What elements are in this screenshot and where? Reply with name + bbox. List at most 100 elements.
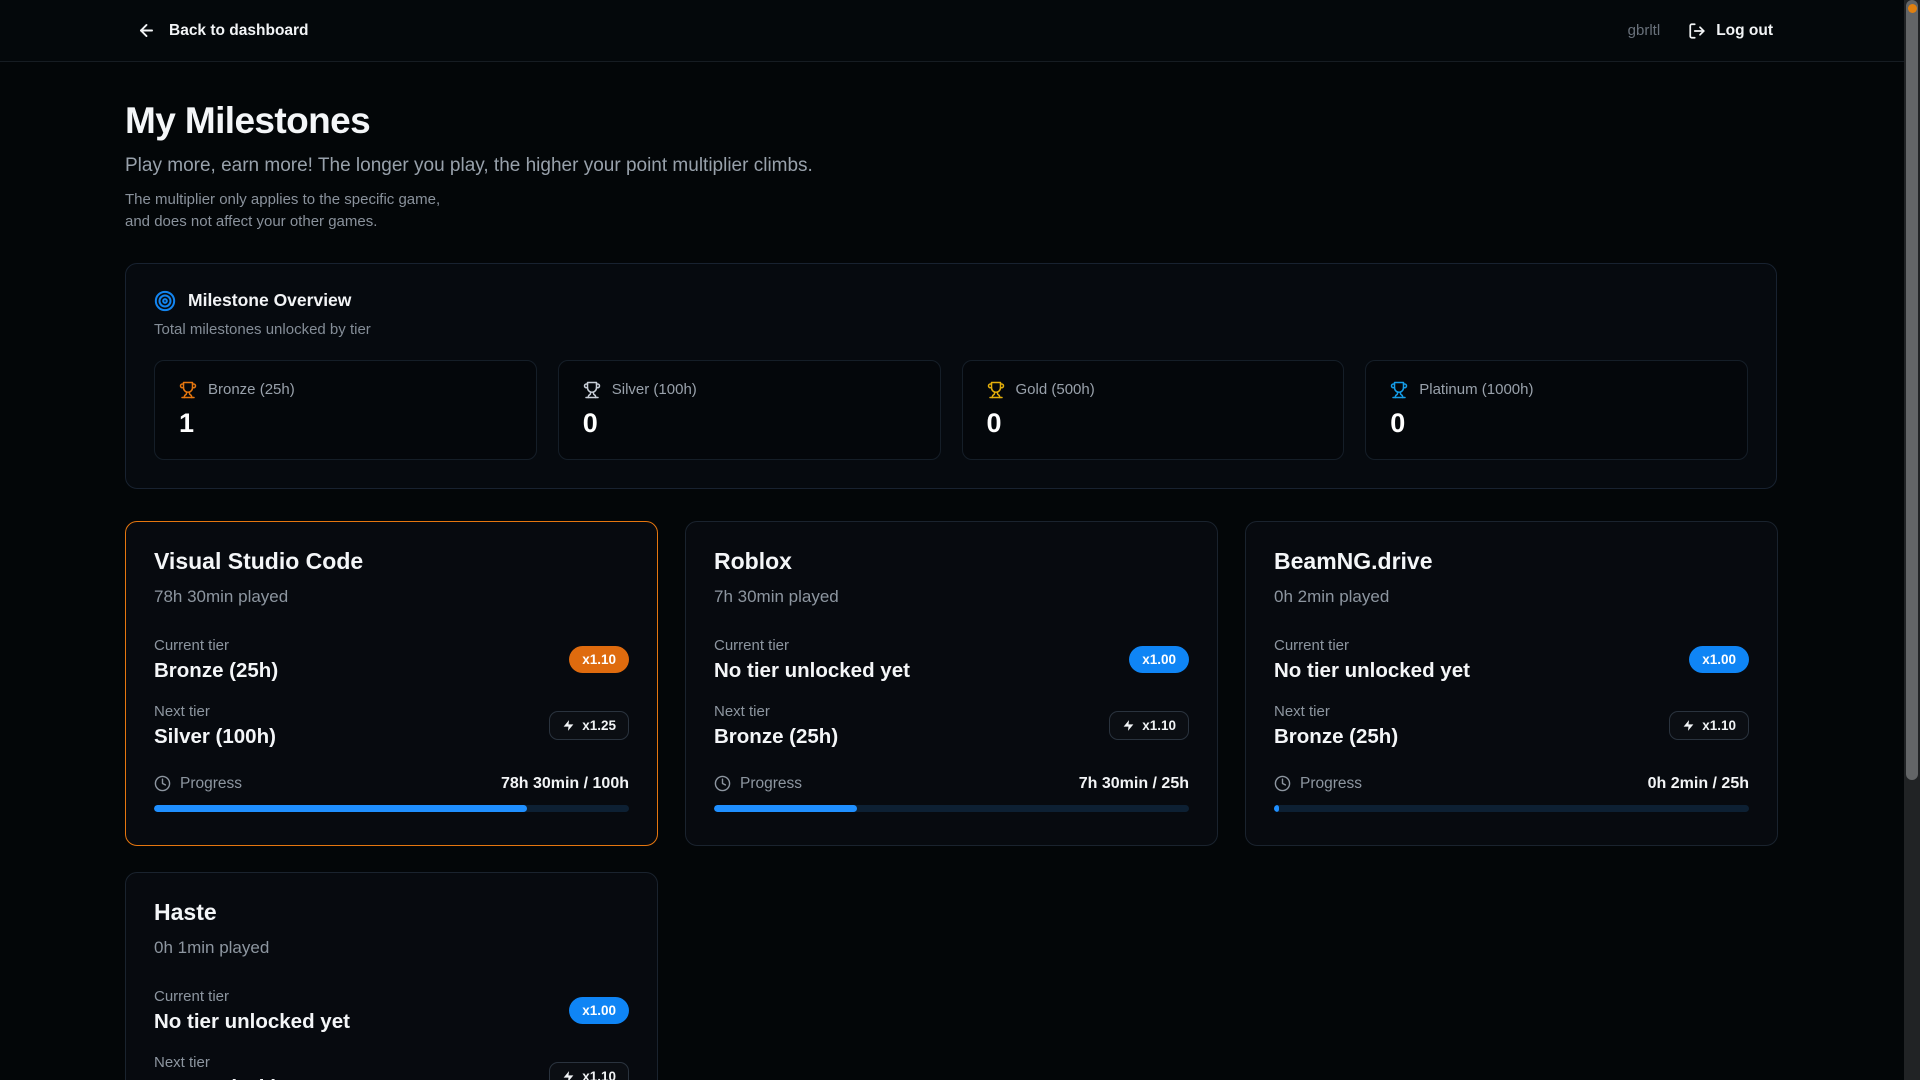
current-multiplier-badge: x1.00 bbox=[1129, 646, 1189, 673]
tier-section: Current tier Bronze (25h) x1.10 Next tie… bbox=[154, 637, 629, 749]
next-tier-row: Next tier Silver (100h) x1.25 bbox=[154, 703, 629, 749]
page-subtitle: Play more, earn more! The longer you pla… bbox=[125, 155, 1777, 177]
current-tier-block: Current tier Bronze (25h) bbox=[154, 637, 278, 683]
logout-label: Log out bbox=[1716, 22, 1773, 40]
next-multiplier-value: x1.10 bbox=[1702, 718, 1736, 733]
progress-text: 78h 30min / 100h bbox=[501, 775, 629, 793]
next-multiplier-badge: x1.10 bbox=[549, 1062, 629, 1080]
current-tier-row: Current tier No tier unlocked yet x1.00 bbox=[154, 988, 629, 1034]
next-tier-block: Next tier Bronze (25h) bbox=[714, 703, 838, 749]
trophy-icon bbox=[1390, 381, 1408, 399]
current-tier-row: Current tier Bronze (25h) x1.10 bbox=[154, 637, 629, 683]
arrow-left-icon bbox=[137, 21, 156, 40]
current-tier-value: No tier unlocked yet bbox=[1274, 659, 1470, 683]
next-multiplier-value: x1.25 bbox=[582, 718, 616, 733]
tier-head: Gold (500h) bbox=[987, 381, 1320, 399]
tier-head: Platinum (1000h) bbox=[1390, 381, 1723, 399]
progress-bar bbox=[1274, 805, 1749, 812]
tier-count: 0 bbox=[583, 408, 916, 439]
trophy-icon bbox=[583, 381, 601, 399]
tier-section: Current tier No tier unlocked yet x1.00 … bbox=[1274, 637, 1749, 749]
logout-icon bbox=[1688, 22, 1706, 40]
current-tier-label: Current tier bbox=[154, 637, 278, 654]
scrollbar-thumb[interactable] bbox=[1906, 0, 1918, 780]
overview-title: Milestone Overview bbox=[188, 290, 351, 311]
page-note-line1: The multiplier only applies to the speci… bbox=[125, 189, 1777, 211]
game-name: Roblox bbox=[714, 548, 1189, 575]
tier-section: Current tier No tier unlocked yet x1.00 … bbox=[714, 637, 1189, 749]
clock-icon bbox=[1274, 775, 1291, 792]
current-tier-block: Current tier No tier unlocked yet bbox=[1274, 637, 1470, 683]
current-tier-label: Current tier bbox=[714, 637, 910, 654]
tier-card-gold: Gold (500h) 0 bbox=[962, 360, 1345, 460]
tier-section: Current tier No tier unlocked yet x1.00 … bbox=[154, 988, 629, 1080]
tier-count: 1 bbox=[179, 408, 512, 439]
trophy-icon bbox=[987, 381, 1005, 399]
topbar-right: gbrltl Log out bbox=[1628, 22, 1773, 40]
progress-left: Progress bbox=[1274, 775, 1362, 793]
tier-label: Gold (500h) bbox=[1016, 381, 1095, 398]
progress-head: Progress 78h 30min / 100h bbox=[154, 775, 629, 793]
current-tier-value: No tier unlocked yet bbox=[714, 659, 910, 683]
current-tier-value: No tier unlocked yet bbox=[154, 1010, 350, 1034]
tier-card-bronze: Bronze (25h) 1 bbox=[154, 360, 537, 460]
game-card-visual-studio-code[interactable]: Visual Studio Code 78h 30min played Curr… bbox=[125, 521, 658, 846]
recording-dot bbox=[1908, 4, 1917, 13]
tier-label: Platinum (1000h) bbox=[1419, 381, 1533, 398]
progress-label: Progress bbox=[1300, 775, 1362, 793]
game-name: Visual Studio Code bbox=[154, 548, 629, 575]
current-tier-row: Current tier No tier unlocked yet x1.00 bbox=[1274, 637, 1749, 683]
next-tier-value: Bronze (25h) bbox=[154, 1076, 278, 1080]
tier-count: 0 bbox=[987, 408, 1320, 439]
tier-label: Silver (100h) bbox=[612, 381, 697, 398]
game-played: 7h 30min played bbox=[714, 587, 1189, 607]
tier-label: Bronze (25h) bbox=[208, 381, 295, 398]
game-card-haste[interactable]: Haste 0h 1min played Current tier No tie… bbox=[125, 872, 658, 1080]
game-played: 0h 2min played bbox=[1274, 587, 1749, 607]
next-tier-label: Next tier bbox=[714, 703, 838, 720]
lightning-icon bbox=[562, 719, 575, 732]
next-tier-block: Next tier Bronze (25h) bbox=[154, 1054, 278, 1080]
next-tier-row: Next tier Bronze (25h) x1.10 bbox=[1274, 703, 1749, 749]
clock-icon bbox=[154, 775, 171, 792]
current-multiplier-badge: x1.00 bbox=[569, 997, 629, 1024]
overview-subtitle: Total milestones unlocked by tier bbox=[154, 321, 1748, 338]
username: gbrltl bbox=[1628, 22, 1661, 39]
game-played: 0h 1min played bbox=[154, 938, 629, 958]
lightning-icon bbox=[1682, 719, 1695, 732]
game-card-roblox[interactable]: Roblox 7h 30min played Current tier No t… bbox=[685, 521, 1218, 846]
target-icon bbox=[154, 290, 176, 312]
next-tier-row: Next tier Bronze (25h) x1.10 bbox=[154, 1054, 629, 1080]
progress-left: Progress bbox=[154, 775, 242, 793]
game-name: BeamNG.drive bbox=[1274, 548, 1749, 575]
progress-fill bbox=[1274, 805, 1279, 812]
next-tier-row: Next tier Bronze (25h) x1.10 bbox=[714, 703, 1189, 749]
next-multiplier-badge: x1.10 bbox=[1669, 711, 1749, 740]
current-multiplier-badge: x1.00 bbox=[1689, 646, 1749, 673]
progress-fill bbox=[714, 805, 857, 812]
current-tier-label: Current tier bbox=[1274, 637, 1470, 654]
clock-icon bbox=[714, 775, 731, 792]
progress-left: Progress bbox=[714, 775, 802, 793]
progress-head: Progress 0h 2min / 25h bbox=[1274, 775, 1749, 793]
lightning-icon bbox=[1122, 719, 1135, 732]
tier-head: Silver (100h) bbox=[583, 381, 916, 399]
progress-label: Progress bbox=[740, 775, 802, 793]
next-tier-value: Bronze (25h) bbox=[714, 725, 838, 749]
next-tier-block: Next tier Silver (100h) bbox=[154, 703, 276, 749]
game-name: Haste bbox=[154, 899, 629, 926]
progress-bar bbox=[714, 805, 1189, 812]
back-to-dashboard-button[interactable]: Back to dashboard bbox=[137, 21, 309, 40]
game-card-beamng-drive[interactable]: BeamNG.drive 0h 2min played Current tier… bbox=[1245, 521, 1778, 846]
page-note: The multiplier only applies to the speci… bbox=[125, 189, 1777, 233]
progress-bar bbox=[154, 805, 629, 812]
next-tier-value: Silver (100h) bbox=[154, 725, 276, 749]
game-played: 78h 30min played bbox=[154, 587, 629, 607]
main-content: My Milestones Play more, earn more! The … bbox=[0, 62, 1777, 1080]
tier-count: 0 bbox=[1390, 408, 1723, 439]
current-tier-block: Current tier No tier unlocked yet bbox=[154, 988, 350, 1034]
back-label: Back to dashboard bbox=[169, 22, 309, 40]
scrollbar-track[interactable] bbox=[1904, 0, 1920, 1080]
next-tier-value: Bronze (25h) bbox=[1274, 725, 1398, 749]
logout-button[interactable]: Log out bbox=[1688, 22, 1773, 40]
